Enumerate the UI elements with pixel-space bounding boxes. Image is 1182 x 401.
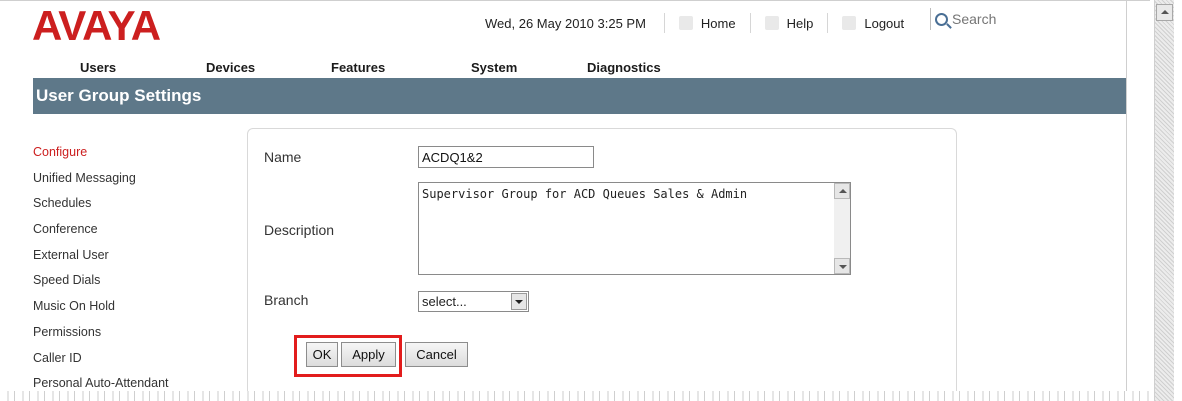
page-scrollbar[interactable]: [1154, 0, 1174, 401]
search-icon[interactable]: [935, 12, 948, 26]
search-input[interactable]: [952, 11, 1122, 27]
top-border: [0, 0, 1150, 1]
sidebar-item-caller-id[interactable]: Caller ID: [33, 348, 233, 374]
description-label: Description: [264, 222, 335, 238]
help-link[interactable]: Help: [757, 16, 822, 31]
datetime-text: Wed, 26 May 2010 3:25 PM: [485, 15, 646, 31]
page-scroll-up-button[interactable]: [1156, 4, 1173, 21]
description-scrollbar[interactable]: [834, 183, 850, 274]
branch-select[interactable]: select...: [418, 291, 529, 312]
branch-label: Branch: [264, 292, 309, 308]
sidebar-item-permissions[interactable]: Permissions: [33, 322, 233, 348]
nav-item-diagnostics[interactable]: Diagnostics: [587, 60, 661, 75]
chevron-up-icon: [839, 189, 847, 193]
help-label: Help: [786, 15, 814, 31]
logout-link[interactable]: Logout: [834, 16, 912, 31]
sidebar-item-schedules[interactable]: Schedules: [33, 193, 233, 219]
name-label: Name: [264, 149, 302, 165]
home-label: Home: [700, 15, 736, 31]
sidebar-item-conference[interactable]: Conference: [33, 219, 233, 245]
sidebar-item-configure[interactable]: Configure: [33, 142, 233, 168]
torn-edge: [0, 391, 1154, 401]
name-input[interactable]: [418, 146, 594, 168]
nav-item-system[interactable]: System: [471, 60, 517, 75]
search-box: [930, 8, 1126, 30]
scroll-down-button[interactable]: [834, 258, 850, 274]
top-bar: Wed, 26 May 2010 3:25 PM Home Help Logou…: [485, 10, 912, 36]
nav-item-users[interactable]: Users: [80, 60, 116, 75]
chevron-up-icon: [1161, 10, 1169, 14]
ok-button[interactable]: OK: [306, 342, 338, 367]
lock-icon: [842, 16, 857, 30]
sidebar-item-speed-dials[interactable]: Speed Dials: [33, 270, 233, 296]
dropdown-arrow[interactable]: [511, 293, 527, 310]
sidebar-item-external-user[interactable]: External User: [33, 245, 233, 271]
home-icon: [678, 16, 693, 30]
description-textarea[interactable]: Supervisor Group for ACD Queues Sales & …: [418, 182, 851, 275]
help-icon: [764, 16, 779, 30]
content-right-edge: [1126, 0, 1127, 401]
nav-item-features[interactable]: Features: [331, 60, 385, 75]
sidebar-item-unified-messaging[interactable]: Unified Messaging: [33, 168, 233, 194]
cancel-button[interactable]: Cancel: [405, 342, 468, 367]
separator: [827, 13, 829, 33]
scroll-up-button[interactable]: [834, 183, 850, 199]
logout-label: Logout: [864, 15, 905, 31]
nav-item-devices[interactable]: Devices: [206, 60, 255, 75]
separator: [749, 13, 751, 33]
branch-selected-value: select...: [422, 294, 467, 309]
separator: [663, 13, 665, 33]
chevron-down-icon: [515, 300, 523, 304]
sidebar-item-music-on-hold[interactable]: Music On Hold: [33, 296, 233, 322]
page-title: User Group Settings: [33, 78, 1126, 114]
sidebar: Configure Unified Messaging Schedules Co…: [33, 142, 233, 399]
main-nav: Users Devices Features System Diagnostic…: [0, 58, 1126, 78]
home-link[interactable]: Home: [671, 16, 744, 31]
chevron-down-icon: [839, 265, 847, 269]
avaya-logo: AVAYA: [32, 2, 161, 49]
apply-button[interactable]: Apply: [341, 342, 396, 367]
